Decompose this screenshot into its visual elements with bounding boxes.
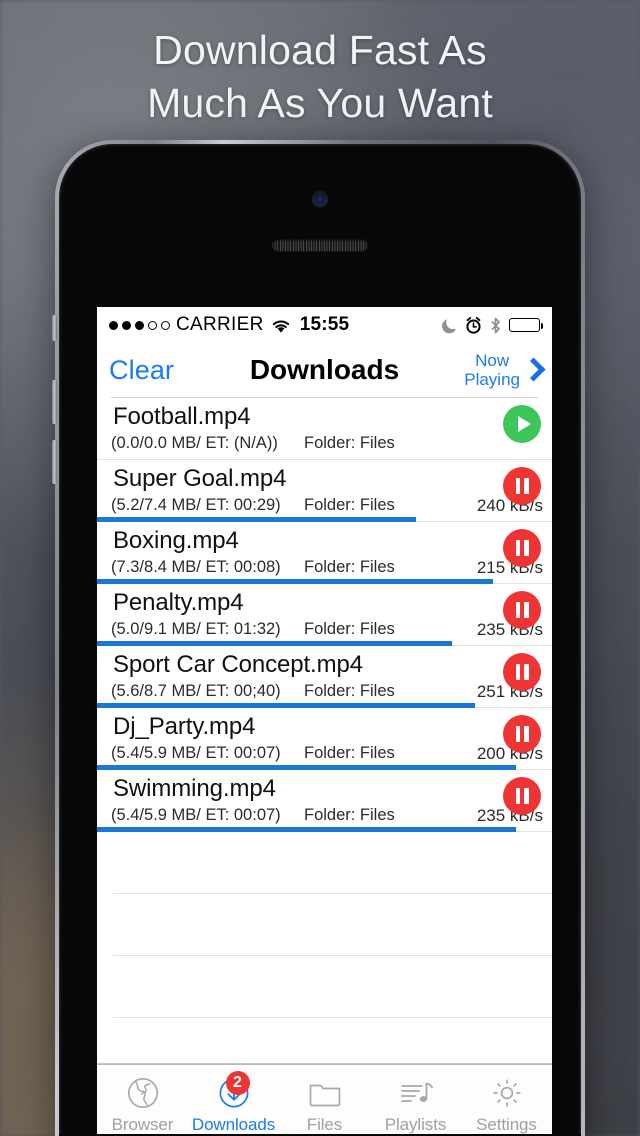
- download-folder-label: Folder: Files: [304, 434, 395, 452]
- download-folder-label: Folder: Files: [304, 620, 395, 638]
- earpiece-speaker: [272, 239, 368, 251]
- pause-button[interactable]: [503, 529, 541, 567]
- headline-line-1: Download Fast As: [153, 27, 487, 73]
- download-folder-label: Folder: Files: [304, 682, 395, 700]
- pause-button[interactable]: [503, 591, 541, 629]
- pause-icon: [515, 726, 529, 742]
- download-progress-bar: [97, 827, 516, 832]
- download-filename: Swimming.mp4: [113, 775, 276, 802]
- now-playing-line-2: Playing: [464, 370, 520, 389]
- download-filename: Penalty.mp4: [113, 589, 244, 616]
- tab-label: Files: [306, 1115, 343, 1134]
- download-row[interactable]: Penalty.mp4 (5.0/9.1 MB/ ET: 01:32) Folder…: [97, 584, 552, 646]
- headline-line-2: Much As You Want: [147, 80, 493, 126]
- empty-list-row: [113, 894, 552, 956]
- download-row[interactable]: Boxing.mp4 (7.3/8.4 MB/ ET: 00:08) Folder:…: [97, 522, 552, 584]
- pause-icon: [515, 664, 529, 680]
- download-progress-text: (0.0/0.0 MB/ ET: (N/A)): [111, 434, 278, 452]
- moon-icon: [442, 318, 456, 333]
- mute-switch[interactable]: [52, 315, 57, 341]
- tab-label: Downloads: [191, 1115, 276, 1134]
- carrier-label: CARRIER: [176, 314, 264, 335]
- tab-label: Browser: [111, 1115, 174, 1134]
- download-filename: Boxing.mp4: [113, 527, 239, 554]
- download-progress-text: (5.4/5.9 MB/ ET: 00:07): [111, 806, 281, 824]
- status-bar: CARRIER 15:55: [97, 307, 552, 343]
- now-playing-label: Now Playing: [464, 351, 520, 389]
- pause-button[interactable]: [503, 467, 541, 505]
- pause-icon: [515, 602, 529, 618]
- tab-downloads[interactable]: 2 Downloads: [188, 1065, 279, 1135]
- pause-button[interactable]: [503, 715, 541, 753]
- now-playing-line-1: Now: [475, 351, 510, 370]
- download-folder-label: Folder: Files: [304, 806, 395, 824]
- music-note-icon: [396, 1073, 436, 1113]
- download-row[interactable]: Football.mp4 (0.0/0.0 MB/ ET: (N/A)) Folde…: [97, 398, 552, 460]
- gear-icon: [487, 1073, 527, 1113]
- phone-device-frame: CARRIER 15:55 Clear Downloads Now Playin…: [52, 140, 585, 1136]
- play-icon: [517, 416, 531, 432]
- status-bar-right: [442, 316, 543, 334]
- tab-files[interactable]: Files: [279, 1065, 370, 1135]
- alarm-icon: [466, 316, 481, 334]
- chevron-right-icon: [524, 357, 540, 383]
- downloads-list[interactable]: Football.mp4 (0.0/0.0 MB/ ET: (N/A)) Folde…: [97, 398, 552, 1064]
- play-button[interactable]: [503, 405, 541, 443]
- wifi-icon: [272, 319, 289, 333]
- volume-up-button[interactable]: [52, 380, 57, 424]
- list-bottom-divider: [97, 1063, 552, 1064]
- download-filename: Football.mp4: [113, 403, 251, 430]
- app-screen: CARRIER 15:55 Clear Downloads Now Playin…: [97, 307, 552, 1136]
- download-progress-text: (5.4/5.9 MB/ ET: 00:07): [111, 744, 281, 762]
- globe-icon: [123, 1073, 163, 1113]
- download-progress-text: (5.6/8.7 MB/ ET: 00;40): [111, 682, 281, 700]
- download-progress-text: (5.2/7.4 MB/ ET: 00:29): [111, 496, 281, 514]
- bluetooth-icon: [491, 317, 500, 333]
- download-row[interactable]: Sport Car Concept.mp4 (5.6/8.7 MB/ ET: 00…: [97, 646, 552, 708]
- clear-button[interactable]: Clear: [109, 355, 174, 386]
- phone-bezel: CARRIER 15:55 Clear Downloads Now Playin…: [59, 144, 581, 1136]
- status-bar-left: CARRIER: [109, 314, 292, 336]
- tab-browser[interactable]: Browser: [97, 1065, 188, 1135]
- empty-list-row: [113, 832, 552, 894]
- download-folder-label: Folder: Files: [304, 496, 395, 514]
- pause-button[interactable]: [503, 777, 541, 815]
- tab-playlists[interactable]: Playlists: [370, 1065, 461, 1135]
- empty-list-row: [113, 956, 552, 1018]
- download-progress-text: (7.3/8.4 MB/ ET: 00:08): [111, 558, 281, 576]
- download-folder-label: Folder: Files: [304, 744, 395, 762]
- promo-headline: Download Fast As Much As You Want: [0, 24, 640, 130]
- download-progress-text: (5.0/9.1 MB/ ET: 01:32): [111, 620, 281, 638]
- tab-label: Playlists: [384, 1115, 447, 1134]
- tab-bar: Browser 2 Downloads Files Playlists Settings: [97, 1064, 552, 1136]
- volume-down-button[interactable]: [52, 440, 57, 484]
- tab-label: Settings: [476, 1115, 537, 1134]
- battery-icon: [509, 318, 543, 332]
- folder-icon: [305, 1073, 345, 1113]
- download-filename: Dj_Party.mp4: [113, 713, 256, 740]
- signal-strength-icon: [109, 320, 170, 330]
- download-filename: Sport Car Concept.mp4: [113, 651, 364, 678]
- pause-icon: [515, 788, 529, 804]
- download-row[interactable]: Dj_Party.mp4 (5.4/5.9 MB/ ET: 00:07) Folde…: [97, 708, 552, 770]
- front-camera-icon: [312, 192, 328, 207]
- download-filename: Super Goal.mp4: [113, 465, 287, 492]
- download-icon: 2: [214, 1071, 254, 1113]
- pause-icon: [515, 478, 529, 494]
- downloads-badge: 2: [225, 1071, 250, 1095]
- now-playing-button[interactable]: Now Playing: [464, 351, 540, 389]
- pause-icon: [515, 540, 529, 556]
- download-row[interactable]: Swimming.mp4 (5.4/5.9 MB/ ET: 00:07) Folde…: [97, 770, 552, 832]
- download-row[interactable]: Super Goal.mp4 (5.2/7.4 MB/ ET: 00:29) Fol…: [97, 460, 552, 522]
- pause-button[interactable]: [503, 653, 541, 691]
- navigation-bar: Clear Downloads Now Playing: [97, 343, 552, 397]
- tab-settings[interactable]: Settings: [461, 1065, 552, 1135]
- download-folder-label: Folder: Files: [304, 558, 395, 576]
